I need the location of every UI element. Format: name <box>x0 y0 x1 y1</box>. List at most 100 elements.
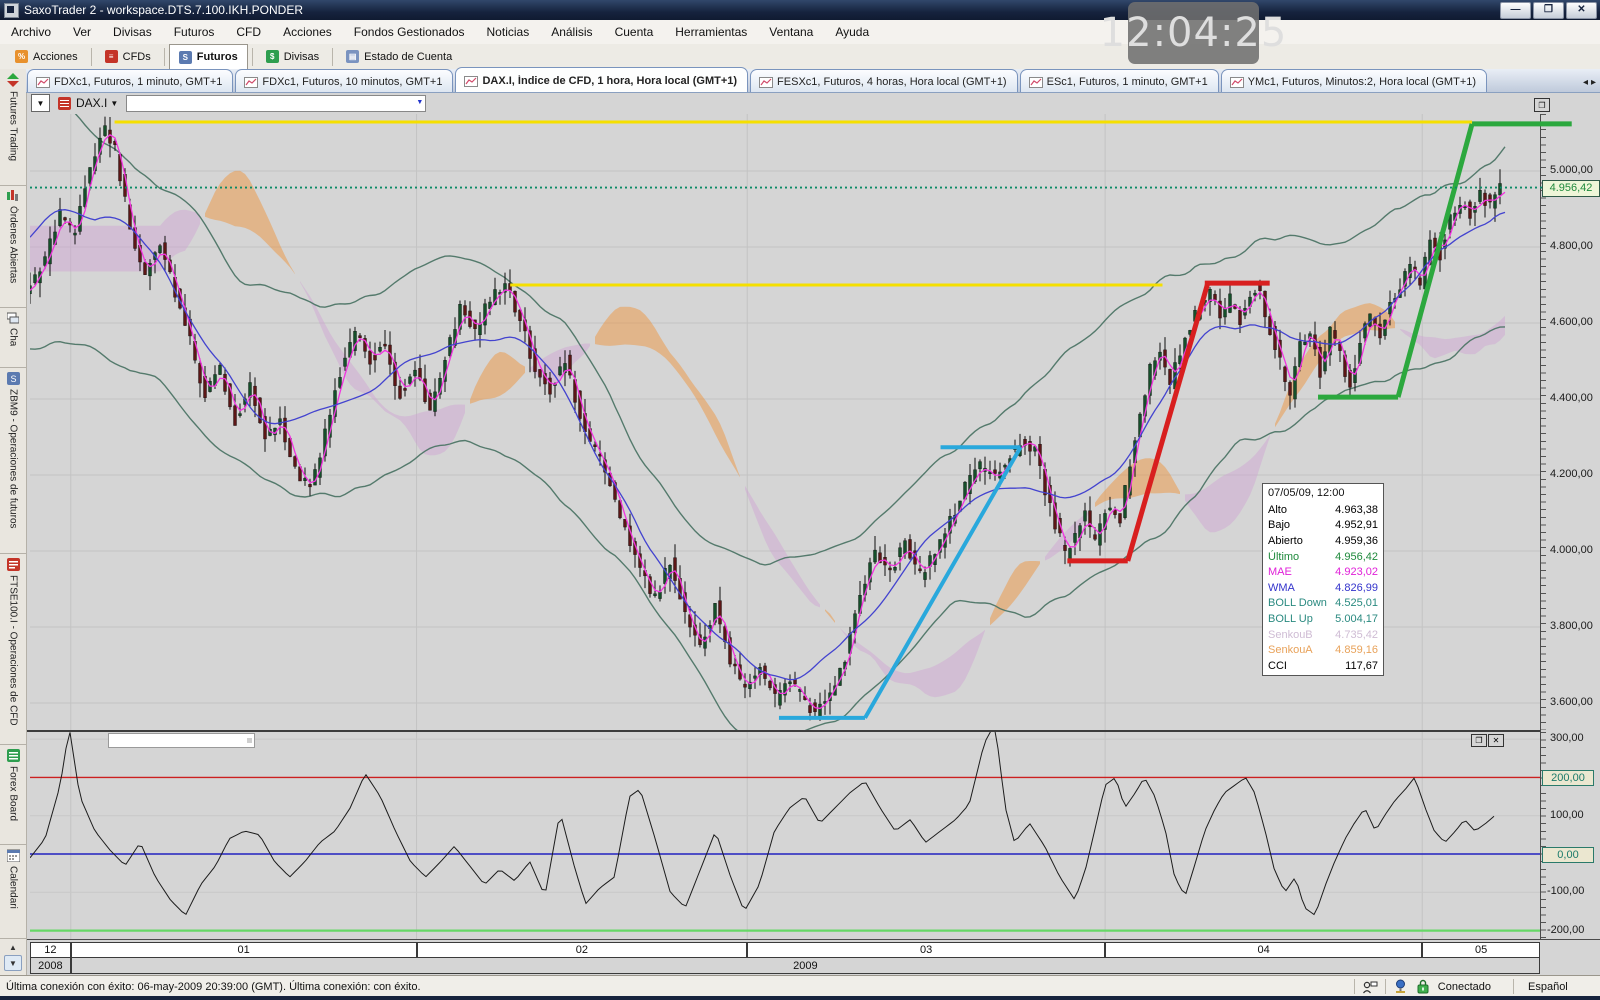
sidebar-item-label: ZBM9 - Operaciones de futuros <box>8 389 19 529</box>
tooltip-row-value: 4.525,01 <box>1335 597 1378 609</box>
sidebar-item-6[interactable]: Calendari <box>0 845 26 939</box>
tooltip-row-label: WMA <box>1268 582 1295 594</box>
indicator-combobox[interactable]: ▼ <box>126 95 426 112</box>
tooltip-row: SenkouB4.735,42 <box>1263 627 1383 643</box>
status-bar: Última conexión con éxito: 06-may-2009 2… <box>0 975 1600 997</box>
tooltip-row: Alto4.963,38 <box>1263 502 1383 518</box>
tab-nav: ◂▸ <box>1583 77 1600 92</box>
sidebar-item-4[interactable]: FTSE100.I - Operaciones de CFD <box>0 554 26 745</box>
year-box-2009[interactable]: 2009 <box>71 957 1540 974</box>
menu-item-divisas[interactable]: Divisas <box>102 21 163 43</box>
month-box-05[interactable]: 05 <box>1422 942 1540 958</box>
sidebar-scroll-up-icon[interactable]: ▲ <box>9 943 17 952</box>
month-box-12[interactable]: 12 <box>30 942 71 958</box>
toolbar-button-divisas[interactable]: $Divisas <box>257 45 328 69</box>
toolbar-button-futuros[interactable]: SFuturos <box>169 44 248 70</box>
toolbar-button-acciones[interactable]: %Acciones <box>6 45 87 69</box>
sidebar-item-3[interactable]: SZBM9 - Operaciones de futuros <box>0 368 26 553</box>
menu-item-ayuda[interactable]: Ayuda <box>824 21 880 43</box>
menu-item-acciones[interactable]: Acciones <box>272 21 343 43</box>
month-box-02[interactable]: 02 <box>417 942 748 958</box>
toolbar-button-cfds[interactable]: ≡CFDs <box>96 45 160 69</box>
chart-line-icon <box>464 76 478 87</box>
toolbar-button-label: Divisas <box>284 51 319 63</box>
tabs-scroll-left-icon[interactable]: ◂ <box>1583 77 1588 88</box>
menu-item-ver[interactable]: Ver <box>62 21 102 43</box>
month-box-03[interactable]: 03 <box>747 942 1105 958</box>
secure-lock-icon[interactable] <box>1416 979 1430 994</box>
restore-button[interactable]: ❐ <box>1533 2 1564 19</box>
account-statement-icon: ▤ <box>346 50 359 63</box>
cci-maximize-button[interactable]: ❐ <box>1471 734 1487 747</box>
sidebar-item-1[interactable]: Órdenes Abiertas <box>0 186 26 307</box>
tooltip-row-label: BOLL Down <box>1268 597 1327 609</box>
price-axis-label: 5.000,00 <box>1550 164 1593 176</box>
chart-tab-label: YMc1, Futuros, Minutos:2, Hora local (GM… <box>1248 76 1476 88</box>
month-box-04[interactable]: 04 <box>1105 942 1422 958</box>
menu-item-herramientas[interactable]: Herramientas <box>664 21 758 43</box>
cci-axis-label: 100,00 <box>1550 809 1584 821</box>
window-title: SaxoTrader 2 - workspace.DTS.7.100.IKH.P… <box>24 3 303 17</box>
menu-item-fondos-gestionados[interactable]: Fondos Gestionados <box>343 21 476 43</box>
panel-divider[interactable] <box>26 730 1540 732</box>
menu-item-cuenta[interactable]: Cuenta <box>604 21 665 43</box>
sidebar-item-5[interactable]: Forex Board <box>0 745 26 846</box>
minimize-button[interactable]: — <box>1500 2 1531 19</box>
price-axis-label: 4.800,00 <box>1550 240 1593 252</box>
symbol-label[interactable]: DAX.I <box>76 96 107 110</box>
clock-overlay: 12:04:25 <box>1128 2 1259 64</box>
tooltip-row-label: Último <box>1268 551 1299 563</box>
tooltip-row-label: CCI <box>1268 660 1287 672</box>
chart-maximize-button[interactable]: ❐ <box>1534 98 1550 112</box>
network-icon[interactable] <box>1393 979 1408 994</box>
forex-board-icon <box>7 749 20 762</box>
tooltip-row-value: 117,67 <box>1345 660 1378 672</box>
sidebar-item-label: Órdenes Abiertas <box>8 206 19 283</box>
user-session-icon[interactable] <box>1362 980 1378 994</box>
chart-tab-4[interactable]: ESc1, Futuros, 1 minuto, GMT+1 <box>1020 69 1219 92</box>
tooltip-row: BOLL Up5.004,17 <box>1263 611 1383 627</box>
left-sidebar: Futures Trading Órdenes Abiertas ChaSZBM9 … <box>0 69 27 975</box>
sidebar-item-2[interactable]: Cha <box>0 308 26 368</box>
tooltip-row: WMA4.826,99 <box>1263 580 1383 596</box>
last-price-badge: 4.956,42 <box>1542 180 1600 197</box>
month-box-01[interactable]: 01 <box>71 942 417 958</box>
toolbar-button-label: Estado de Cuenta <box>364 51 452 63</box>
menu-item-análisis[interactable]: Análisis <box>540 21 603 43</box>
chart-tab-0[interactable]: FDXc1, Futuros, 1 minuto, GMT+1 <box>27 69 233 92</box>
sidebar-scroll-controls: ▲▼ <box>0 939 26 975</box>
menu-item-archivo[interactable]: Archivo <box>0 21 62 43</box>
menu-item-noticias[interactable]: Noticias <box>476 21 541 43</box>
updown-arrows-icon <box>7 73 19 87</box>
chart-tab-label: ESc1, Futuros, 1 minuto, GMT+1 <box>1047 76 1208 88</box>
symbol-caret-icon: ▼ <box>110 99 118 108</box>
tooltip-row: Último4.956,42 <box>1263 549 1383 565</box>
cci-close-button[interactable]: ✕ <box>1488 734 1504 747</box>
toolbar-button-estado-de-cuenta[interactable]: ▤ Estado de Cuenta <box>337 45 461 69</box>
chart-line-icon <box>1230 77 1244 88</box>
price-axis-label: 3.600,00 <box>1550 696 1593 708</box>
chart-tab-2[interactable]: DAX.I, Índice de CFD, 1 hora, Hora local… <box>455 67 748 92</box>
close-button[interactable]: ✕ <box>1566 2 1597 19</box>
sidebar-item-0[interactable]: Futures Trading <box>0 69 26 186</box>
tooltip-row-value: 4.959,36 <box>1335 535 1378 547</box>
chart-tab-3[interactable]: FESXc1, Futuros, 4 horas, Hora local (GM… <box>750 69 1018 92</box>
chart-tab-5[interactable]: YMc1, Futuros, Minutos:2, Hora local (GM… <box>1221 69 1487 92</box>
menu-item-ventana[interactable]: Ventana <box>758 21 824 43</box>
chart-tab-1[interactable]: FDXc1, Futuros, 10 minutos, GMT+1 <box>235 69 453 92</box>
cci-label-box[interactable] <box>108 733 255 748</box>
menu-item-cfd[interactable]: CFD <box>225 21 272 43</box>
data-tooltip: 07/05/09, 12:00 Alto4.963,38Bajo4.952,91… <box>1262 483 1384 676</box>
cfd-icon: ≡ <box>105 50 118 63</box>
tabs-scroll-right-icon[interactable]: ▸ <box>1591 77 1596 88</box>
tooltip-row-label: MAE <box>1268 566 1292 578</box>
chart-menu-dropdown-button[interactable]: ▼ <box>31 94 50 112</box>
tooltip-row-label: Alto <box>1268 504 1287 516</box>
price-axis-label: 4.000,00 <box>1550 544 1593 556</box>
menu-item-futuros[interactable]: Futuros <box>163 21 226 43</box>
calendar-icon <box>7 849 20 862</box>
tooltip-row-value: 4.952,91 <box>1335 519 1378 531</box>
sidebar-dropdown-button[interactable]: ▼ <box>4 955 22 971</box>
cfd-symbol-icon <box>58 97 71 110</box>
year-box-2008[interactable]: 2008 <box>30 957 71 974</box>
